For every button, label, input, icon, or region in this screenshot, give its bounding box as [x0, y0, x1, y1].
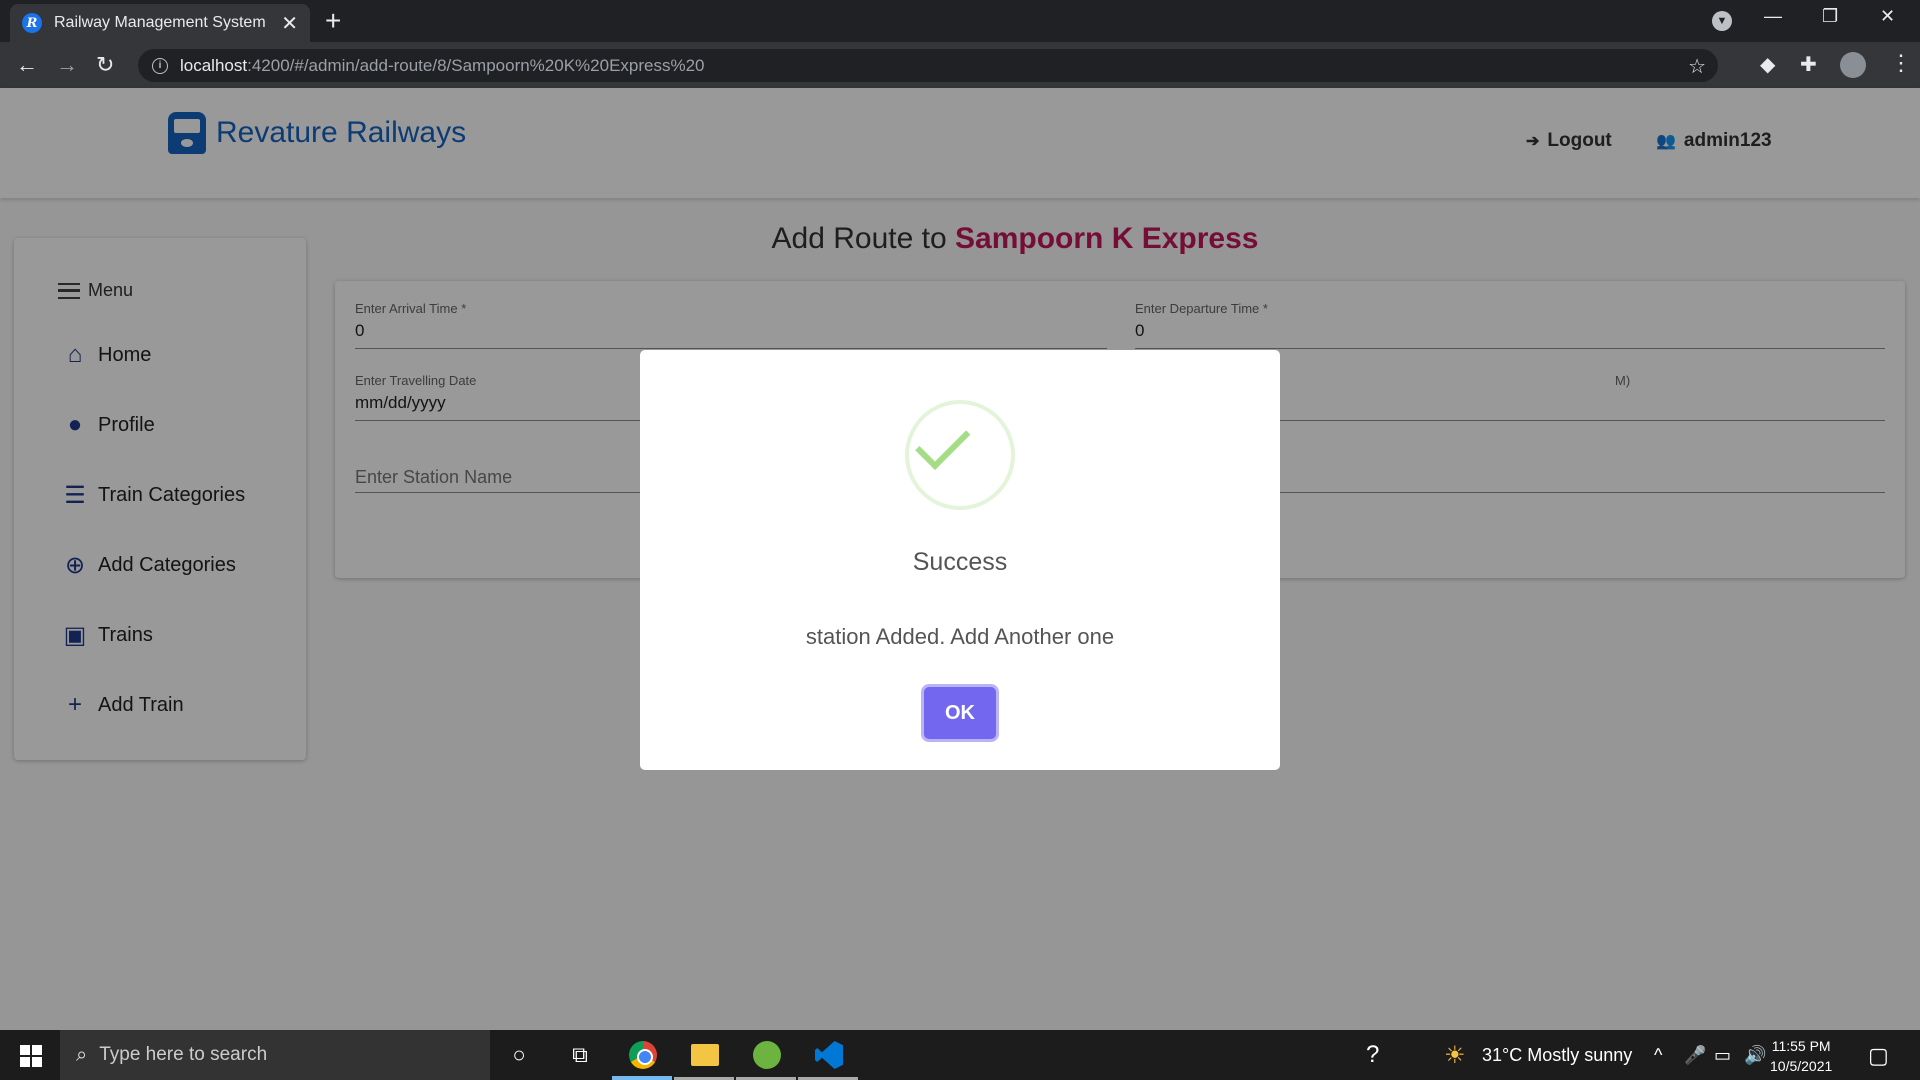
browser-tab-strip: R Railway Management System ✕ + ▼ — ❐ ✕	[0, 0, 1920, 42]
minimize-icon[interactable]: —	[1764, 6, 1782, 27]
bookmark-star-icon[interactable]: ☆	[1688, 54, 1706, 79]
chrome-active-indicator	[612, 1076, 672, 1080]
windows-taskbar: ⌕ Type here to search ○ ⧉ ? ☀ 31°C Mostl…	[0, 1030, 1920, 1080]
tray-expand-icon[interactable]: ^	[1654, 1045, 1662, 1066]
dialog-title: Success	[912, 548, 1008, 576]
extension-icon[interactable]: ◆	[1760, 52, 1775, 77]
profile-avatar[interactable]	[1840, 52, 1866, 78]
task-view-icon[interactable]: ⧉	[565, 1040, 595, 1070]
dialog-message: station Added. Add Another one	[805, 624, 1115, 649]
back-icon[interactable]: ←	[16, 52, 38, 78]
clock-date: 10/5/2021	[1770, 1058, 1833, 1074]
url-host: localhost	[180, 55, 248, 75]
cortana-icon[interactable]: ○	[504, 1040, 534, 1070]
weather-icon: ☀	[1444, 1042, 1466, 1069]
address-bar[interactable]: i localhost:4200/#/admin/add-route/8/Sam…	[138, 49, 1718, 82]
url-text: localhost:4200/#/admin/add-route/8/Sampo…	[180, 56, 705, 76]
success-check-icon	[905, 400, 1015, 510]
tab-search-dropdown-icon[interactable]: ▼	[1712, 11, 1732, 31]
file-explorer-icon[interactable]	[690, 1040, 720, 1070]
new-tab-icon[interactable]: +	[325, 6, 341, 36]
taskbar-search-placeholder: Type here to search	[99, 1044, 268, 1065]
vscode-icon[interactable]	[814, 1040, 844, 1070]
search-icon: ⌕	[76, 1043, 88, 1066]
url-path: :4200/#/admin/add-route/8/Sampoorn%20K%2…	[247, 55, 705, 75]
tab-title: Railway Management System	[54, 14, 266, 31]
extensions-puzzle-icon[interactable]: ✚	[1800, 52, 1817, 77]
success-dialog: Success station Added. Add Another one O…	[640, 350, 1280, 770]
restore-icon[interactable]: ❐	[1822, 6, 1838, 27]
weather-text[interactable]: 31°C Mostly sunny	[1482, 1045, 1632, 1066]
checkmark	[915, 414, 971, 470]
chrome-menu-icon[interactable]: ⋮	[1890, 50, 1912, 76]
forward-icon[interactable]: →	[56, 52, 78, 78]
window-close-icon[interactable]: ✕	[1880, 6, 1895, 27]
tab-close-icon[interactable]: ✕	[281, 11, 298, 36]
tab-favicon-icon: R	[22, 13, 42, 33]
spring-tool-suite-icon[interactable]	[752, 1040, 782, 1070]
browser-toolbar: ← → ↻ i localhost:4200/#/admin/add-route…	[0, 42, 1920, 88]
chrome-taskbar-icon[interactable]	[628, 1040, 658, 1070]
windows-start-icon[interactable]	[20, 1045, 42, 1067]
help-icon[interactable]: ?	[1366, 1041, 1379, 1069]
volume-icon[interactable]: 🔊	[1744, 1045, 1766, 1066]
site-info-icon[interactable]: i	[152, 57, 168, 74]
battery-icon[interactable]: ▭	[1714, 1045, 1731, 1066]
system-clock[interactable]: 11:55 PM 10/5/2021	[1770, 1036, 1832, 1076]
clock-time: 11:55 PM	[1771, 1038, 1831, 1054]
browser-tab[interactable]: R Railway Management System ✕	[10, 4, 310, 42]
reload-icon[interactable]: ↻	[96, 52, 114, 78]
taskbar-search[interactable]: ⌕ Type here to search	[60, 1030, 490, 1080]
notifications-icon[interactable]: ▢	[1868, 1043, 1889, 1069]
ok-button[interactable]: OK	[924, 687, 996, 739]
microphone-icon[interactable]: 🎤	[1684, 1045, 1706, 1066]
